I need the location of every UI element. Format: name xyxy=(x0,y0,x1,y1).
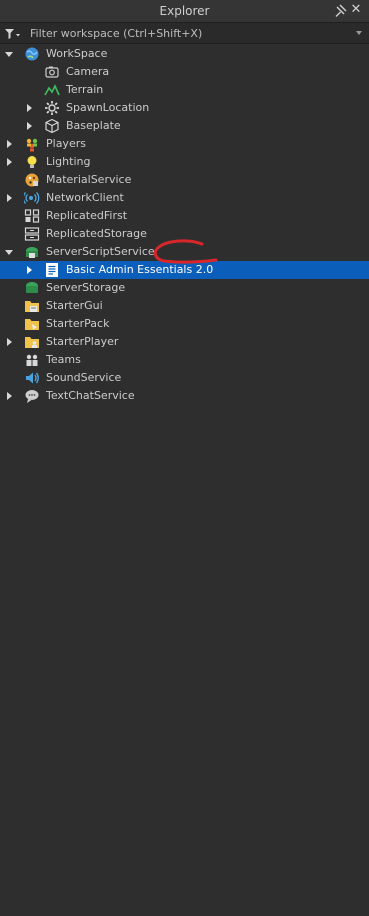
title-bar: Explorer ✕ xyxy=(0,0,369,23)
sound-service-icon xyxy=(26,372,39,384)
tree-item-label: NetworkClient xyxy=(46,191,124,204)
camera-icon xyxy=(45,66,59,78)
chevron-right-icon[interactable] xyxy=(7,338,12,346)
tree-item-label: ReplicatedStorage xyxy=(46,227,147,240)
tree-item-label: SoundService xyxy=(46,371,122,384)
tree-item-label: Camera xyxy=(66,65,110,78)
tree-item[interactable]: NetworkClient xyxy=(0,189,369,207)
tree-item[interactable]: SpawnLocation xyxy=(0,99,369,117)
replicated-storage-icon xyxy=(24,227,40,241)
tree-item-label: ServerStorage xyxy=(46,281,126,294)
workspace-icon xyxy=(25,47,39,61)
starter-gui-icon xyxy=(25,301,39,312)
filter-input[interactable] xyxy=(30,25,340,41)
tree-item-label: StarterPlayer xyxy=(46,335,119,348)
chevron-right-icon[interactable] xyxy=(7,194,12,202)
chevron-right-icon[interactable] xyxy=(7,392,12,400)
tree-item[interactable]: Baseplate xyxy=(0,117,369,135)
tree-item-label: Players xyxy=(46,137,86,150)
network-client-icon xyxy=(24,192,40,204)
teams-icon xyxy=(26,354,38,366)
filter-bar xyxy=(0,23,369,44)
spawn-location-icon xyxy=(45,101,59,115)
tree-item[interactable]: Players xyxy=(0,135,369,153)
tree-item[interactable]: ReplicatedFirst xyxy=(0,207,369,225)
tree-item[interactable]: MaterialService xyxy=(0,171,369,189)
tree-item[interactable]: StarterPlayer xyxy=(0,333,369,351)
chevron-down-icon[interactable] xyxy=(5,250,13,255)
filter-icon[interactable] xyxy=(5,28,21,40)
replicated-first-icon xyxy=(24,209,40,223)
tree-item-label: Terrain xyxy=(66,83,104,96)
chevron-right-icon[interactable] xyxy=(27,266,32,274)
starter-player-icon xyxy=(25,337,39,348)
tree-item[interactable]: ServerStorage xyxy=(0,279,369,297)
server-storage-icon xyxy=(26,282,38,293)
server-script-service-icon xyxy=(26,247,38,258)
text-chat-service-icon xyxy=(25,390,39,403)
filter-dropdown-icon[interactable] xyxy=(356,31,362,35)
tree-item-label: TextChatService xyxy=(46,389,135,402)
red-annotation-arrow xyxy=(153,239,218,264)
chevron-right-icon[interactable] xyxy=(27,122,32,130)
tree-item-label: ReplicatedFirst xyxy=(46,209,128,222)
tree-item[interactable]: StarterPack xyxy=(0,315,369,333)
lighting-icon xyxy=(27,156,37,168)
part-icon xyxy=(45,118,59,134)
tree-item-label: ServerScriptService xyxy=(46,245,155,258)
tree-item-label: Baseplate xyxy=(66,119,121,132)
explorer-tree: WorkSpace Camera Terrain SpawnLocation Basep… xyxy=(0,45,369,405)
script-icon xyxy=(46,263,58,277)
close-icon[interactable]: ✕ xyxy=(349,3,363,17)
tree-item[interactable]: TextChatService xyxy=(0,387,369,405)
tree-item[interactable]: Teams xyxy=(0,351,369,369)
tree-item-label: SpawnLocation xyxy=(66,101,150,114)
tree-item[interactable]: WorkSpace xyxy=(0,45,369,63)
starter-pack-icon xyxy=(25,319,39,330)
chevron-right-icon[interactable] xyxy=(27,104,32,112)
chevron-right-icon[interactable] xyxy=(7,140,12,148)
tree-item-label: WorkSpace xyxy=(46,47,108,60)
tree-item[interactable]: Terrain xyxy=(0,81,369,99)
tree-item-label: StarterGui xyxy=(46,299,103,312)
players-icon xyxy=(26,138,38,152)
tree-item-label: Teams xyxy=(46,353,81,366)
terrain-icon xyxy=(44,84,60,96)
tree-item[interactable]: Camera xyxy=(0,63,369,81)
panel-title: Explorer xyxy=(159,4,210,18)
chevron-right-icon[interactable] xyxy=(7,158,12,166)
tree-item-label: MaterialService xyxy=(46,173,132,186)
tree-item[interactable]: StarterGui xyxy=(0,297,369,315)
tree-item-label: Lighting xyxy=(46,155,91,168)
chevron-down-icon[interactable] xyxy=(5,52,13,57)
tree-item[interactable]: Lighting xyxy=(0,153,369,171)
tree-item-label: StarterPack xyxy=(46,317,110,330)
dock-icon[interactable] xyxy=(333,4,347,18)
material-service-icon xyxy=(25,173,39,187)
tree-item[interactable]: SoundService xyxy=(0,369,369,387)
